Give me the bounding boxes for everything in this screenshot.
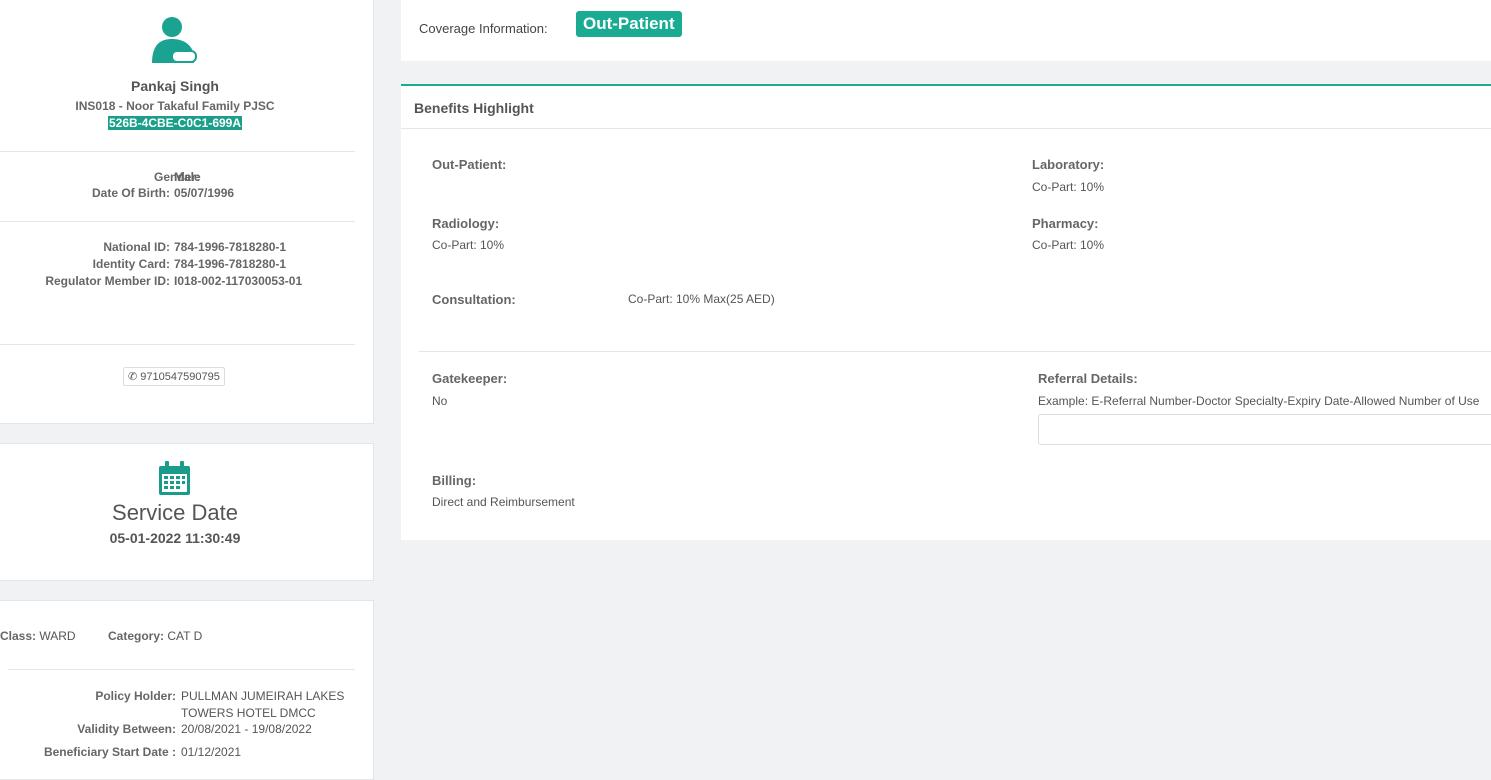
policy-card: Class: WARD Category: CAT D Policy Holde…	[0, 600, 374, 780]
pharmacy-label: Pharmacy:	[1032, 216, 1099, 231]
laboratory-label: Laboratory:	[1032, 157, 1105, 172]
validity-label: Validity Between:	[77, 722, 176, 736]
referral-label: Referral Details:	[1038, 371, 1138, 386]
policy-holder-label: Policy Holder:	[95, 689, 176, 703]
start-date-value: 01/12/2021	[181, 745, 242, 759]
validity-value: 20/08/2021 - 19/08/2022	[181, 722, 312, 736]
identity-card-label: Identity Card:	[92, 257, 170, 271]
regulator-id: I018-002-117030053-01	[174, 274, 303, 288]
gatekeeper-label: Gatekeeper:	[432, 371, 508, 386]
pharmacy-value: Co-Part: 10%	[1032, 238, 1105, 252]
national-id-label: National ID:	[103, 240, 170, 254]
laboratory-value: Co-Part: 10%	[1032, 180, 1105, 194]
profile-card: Pankaj Singh INS018 - Noor Takaful Famil…	[0, 0, 374, 424]
calendar-icon	[159, 461, 190, 495]
service-date-card: Service Date 05-01-2022 11:30:49	[0, 443, 374, 581]
phone-icon: ✆	[128, 371, 138, 383]
identity-card: 784-1996-7818280-1	[174, 257, 287, 271]
patient-name: Pankaj Singh	[131, 78, 219, 94]
benefits-title: Benefits Highlight	[414, 100, 534, 116]
policy-holder-line2: TOWERS HOTEL DMCC	[181, 706, 316, 720]
referral-hint: Example: E-Referral Number-Doctor Specia…	[1038, 394, 1480, 408]
class-value: WARD	[39, 629, 76, 643]
consultation-label: Consultation:	[432, 292, 516, 307]
national-id: 784-1996-7818280-1	[174, 240, 287, 254]
card-number[interactable]: 526B-4CBE-C0C1-699A	[107, 116, 243, 130]
service-datetime: 05-01-2022 11:30:49	[109, 530, 241, 546]
dob-label: Date Of Birth:	[92, 186, 170, 200]
benefits-card: Benefits Highlight Out-Patient: Laborato…	[401, 84, 1491, 540]
phone-number: 9710547590795	[140, 371, 220, 383]
gender: Male	[174, 170, 201, 184]
insurer: INS018 - Noor Takaful Family PJSC	[75, 99, 275, 113]
radiology-label: Radiology:	[432, 216, 500, 231]
coverage-badge[interactable]: Out-Patient	[576, 11, 682, 37]
patient-avatar-icon	[152, 17, 197, 63]
category-label: Category:	[108, 629, 165, 643]
coverage-bar: Coverage Information: Out-Patient	[401, 0, 1491, 61]
regulator-label: Regulator Member ID:	[45, 274, 170, 288]
start-date-label: Beneficiary Start Date :	[43, 745, 176, 759]
gatekeeper-value: No	[432, 394, 448, 408]
dob: 05/07/1996	[174, 186, 235, 200]
policy-holder-line1: PULLMAN JUMEIRAH LAKES	[181, 689, 345, 703]
coverage-label: Coverage Information:	[419, 21, 548, 36]
radiology-value: Co-Part: 10%	[432, 238, 505, 252]
out-patient-label: Out-Patient:	[432, 157, 507, 172]
category-value: CAT D	[167, 629, 203, 643]
service-date-title: Service Date	[112, 500, 238, 525]
referral-details-input[interactable]	[1038, 414, 1491, 445]
billing-label: Billing:	[432, 473, 477, 488]
phone-badge[interactable]: ✆ 9710547590795	[123, 367, 225, 386]
consultation-value: Co-Part: 10% Max(25 AED)	[628, 292, 775, 306]
class-label: Class:	[0, 629, 37, 643]
billing-value: Direct and Reimbursement	[432, 495, 575, 509]
